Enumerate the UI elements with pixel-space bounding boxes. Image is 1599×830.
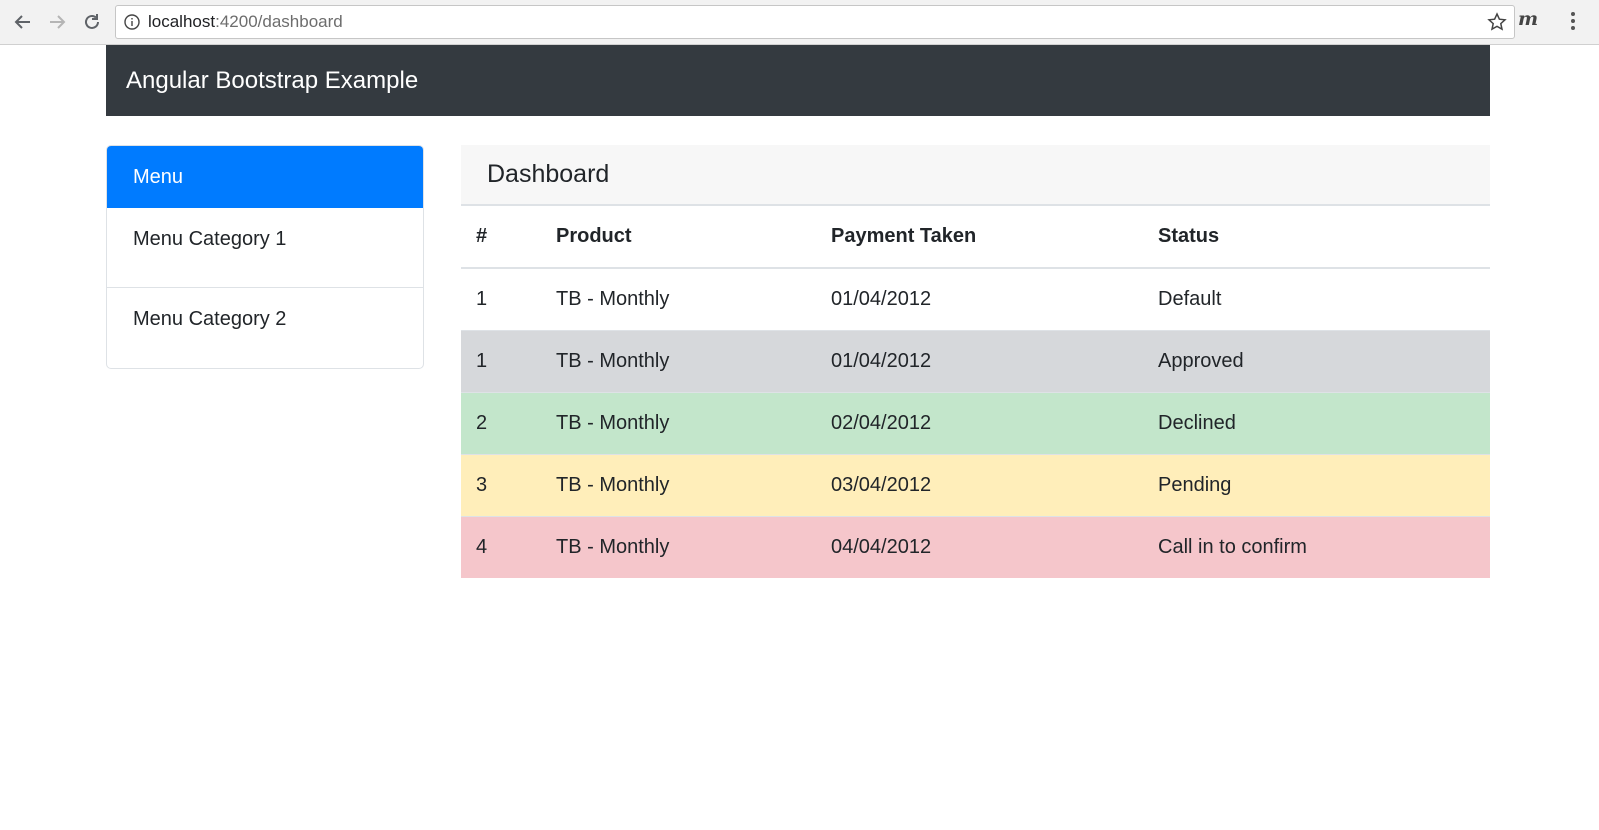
browser-toolbar: localhost:4200/dashboard m (0, 0, 1599, 45)
cell-payment: 01/04/2012 (816, 330, 1143, 393)
forward-arrow-icon (50, 15, 66, 29)
cell-product: TB - Monthly (541, 392, 816, 455)
cell-product: TB - Monthly (541, 330, 816, 393)
cell-status: Default (1143, 267, 1490, 331)
sidebar-item-category-2[interactable]: Menu Category 2 (107, 288, 423, 368)
cell-payment: 04/04/2012 (816, 516, 1143, 578)
dashboard-table: # Product Payment Taken Status 1 TB - Mo… (461, 206, 1490, 578)
table-row: 2 TB - Monthly 02/04/2012 Declined (461, 392, 1490, 455)
cell-number: 1 (461, 267, 541, 331)
table-row: 1 TB - Monthly 01/04/2012 Approved (461, 330, 1490, 393)
info-icon[interactable] (124, 14, 140, 30)
top-navbar: Angular Bootstrap Example (106, 45, 1490, 116)
back-arrow-icon (14, 15, 30, 29)
cell-product: TB - Monthly (541, 516, 816, 578)
bookmark-star-icon[interactable] (1487, 12, 1507, 32)
forward-button[interactable] (44, 9, 70, 35)
back-button[interactable] (10, 9, 36, 35)
cell-status: Pending (1143, 454, 1490, 517)
column-header-payment: Payment Taken (816, 206, 1143, 269)
sidebar-item-category-1[interactable]: Menu Category 1 (107, 208, 423, 288)
cell-payment: 01/04/2012 (816, 267, 1143, 331)
table-row: 1 TB - Monthly 01/04/2012 Default (461, 267, 1490, 331)
cell-number: 4 (461, 516, 541, 578)
table-row: 3 TB - Monthly 03/04/2012 Pending (461, 454, 1490, 517)
cell-status: Declined (1143, 392, 1490, 455)
reload-icon (85, 14, 99, 29)
cell-payment: 02/04/2012 (816, 392, 1143, 455)
browser-menu-icon[interactable] (1571, 12, 1575, 33)
cell-number: 2 (461, 392, 541, 455)
sidebar-menu: Menu Menu Category 1 Menu Category 2 (106, 145, 424, 369)
extension-m-icon[interactable]: m (1518, 8, 1538, 30)
cell-payment: 03/04/2012 (816, 454, 1143, 517)
dashboard-panel: Dashboard # Product Payment Taken Status… (461, 145, 1490, 578)
page-title: Dashboard (461, 145, 1490, 206)
cell-product: TB - Monthly (541, 267, 816, 331)
column-header-status: Status (1143, 206, 1490, 269)
column-header-product: Product (541, 206, 816, 269)
navbar-brand[interactable]: Angular Bootstrap Example (126, 67, 418, 95)
cell-status: Approved (1143, 330, 1490, 393)
url-host: localhost (148, 12, 216, 31)
cell-number: 3 (461, 454, 541, 517)
table-header-row: # Product Payment Taken Status (461, 206, 1490, 269)
cell-product: TB - Monthly (541, 454, 816, 517)
cell-number: 1 (461, 330, 541, 393)
cell-status: Call in to confirm (1143, 516, 1490, 578)
column-header-number: # (461, 206, 541, 269)
address-bar[interactable]: localhost:4200/dashboard (115, 5, 1515, 39)
sidebar-header: Menu (107, 146, 423, 208)
reload-button[interactable] (79, 9, 105, 35)
table-row: 4 TB - Monthly 04/04/2012 Call in to con… (461, 516, 1490, 578)
url-path: :4200/dashboard (215, 12, 343, 31)
